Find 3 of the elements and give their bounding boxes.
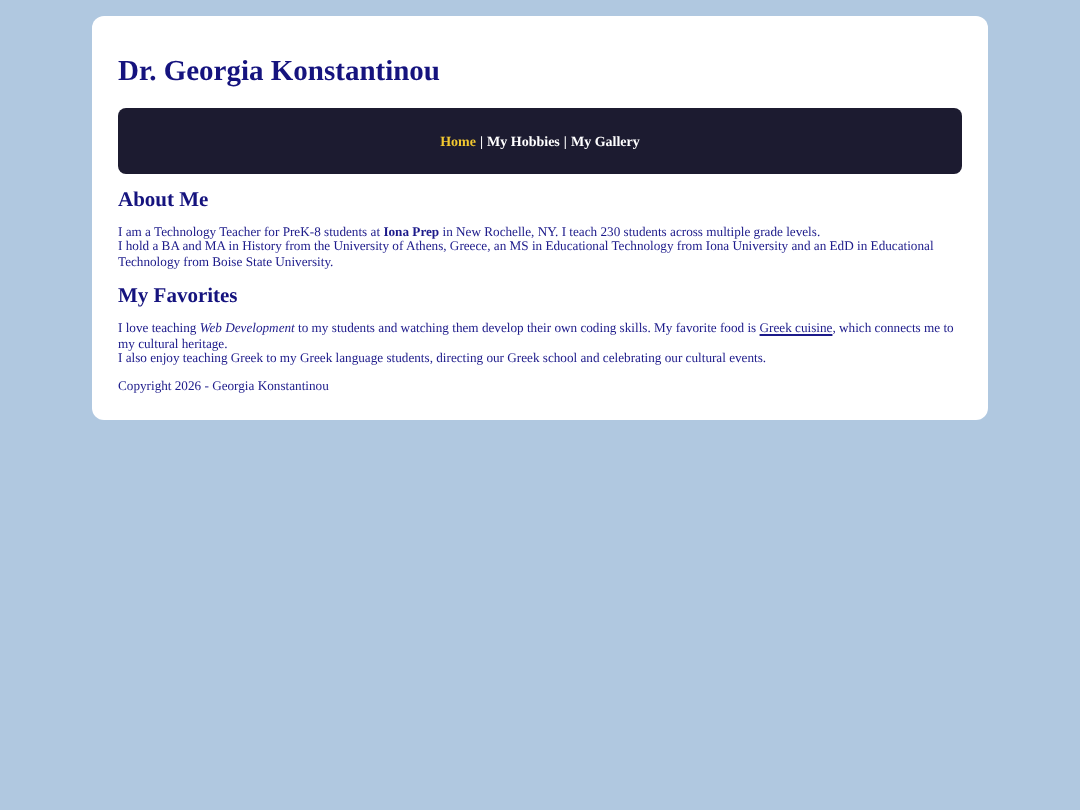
section-heading: About Me (118, 190, 211, 212)
page-title: Dr. Georgia Konstantinou (118, 56, 442, 90)
section-heading: My Favorites (118, 286, 240, 309)
